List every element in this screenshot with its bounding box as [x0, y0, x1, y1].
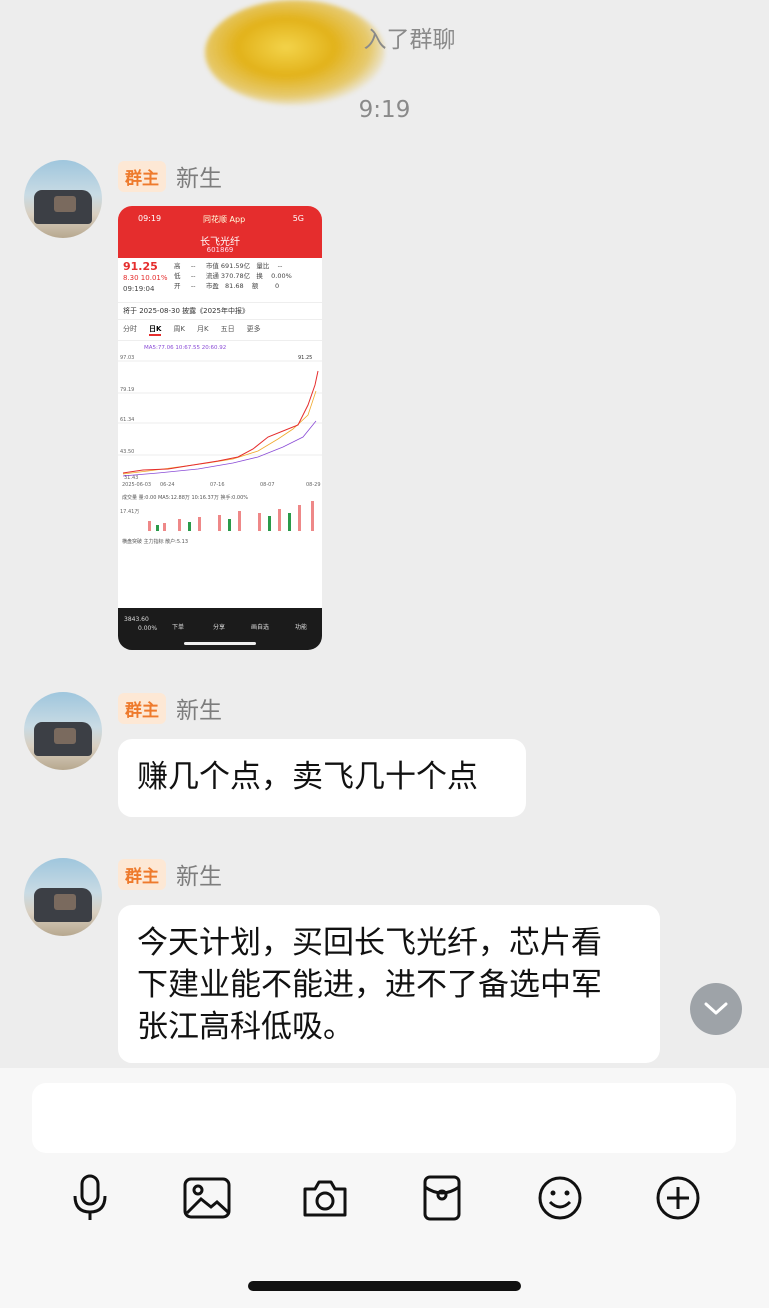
join-notice: 入了群聊 — [363, 27, 456, 53]
camera-button[interactable] — [299, 1172, 351, 1224]
sender-row: 群主 新生 — [118, 160, 222, 192]
emoji-icon — [538, 1176, 582, 1220]
quote-time: 09:19:04 — [123, 285, 155, 293]
chevron-down-icon — [704, 1002, 728, 1015]
y-tick-top: 97.03 — [120, 355, 134, 361]
tab-weekly-k: 周K — [173, 325, 186, 333]
timestamp: 9:19 — [358, 97, 411, 123]
status-time: 09:19 — [138, 214, 162, 223]
kline-chart: MA5:77.06 10:67.55 20:60.92 97.03 79.19 … — [118, 341, 322, 571]
owner-badge: 群主 — [118, 160, 166, 192]
volume-axis: 17.41万 — [120, 509, 139, 515]
input-toolbar — [0, 1172, 769, 1224]
index-value: 3843.60 — [124, 616, 149, 623]
message-bubble[interactable]: 今天计划，买回长飞光纤，芯片看 下建业能不能进，进不了备选中军 张江高科低吸。 — [118, 905, 660, 1063]
sender-name: 新生 — [176, 698, 222, 724]
index-change: 0.00% — [138, 625, 158, 632]
message-bubble[interactable]: 赚几个点，卖飞几十个点 — [118, 739, 526, 817]
owner-badge: 群主 — [118, 692, 166, 724]
sender-name: 新生 — [176, 166, 222, 192]
tab-daily-k: 日K — [149, 324, 162, 336]
stock-change: 8.30 10.01% — [123, 274, 168, 282]
footer-share: 分享 — [213, 624, 226, 631]
red-packet-button[interactable] — [416, 1172, 468, 1224]
sender-row: 群主 新生 — [118, 858, 222, 890]
home-indicator-mini — [184, 642, 256, 645]
stock-quote: 91.25 8.30 10.01% 09:19:04 高 -- 市值 691.5… — [118, 258, 322, 302]
emoji-button[interactable] — [534, 1172, 586, 1224]
voice-button[interactable] — [64, 1172, 116, 1224]
stock-code: 601869 — [206, 246, 234, 254]
date-5: 08-29 — [306, 482, 321, 488]
y-tick-3: 61.34 — [120, 417, 134, 423]
network: 5G — [292, 214, 304, 223]
indicator-label: 横盘突破 主力指标 散户:5.13 — [122, 538, 188, 545]
more-button[interactable] — [652, 1172, 704, 1224]
volume-label: 成交量 量:0.00 MA5:12.88万 10:16.37万 换手:0.00% — [122, 494, 248, 501]
avatar[interactable] — [24, 692, 102, 770]
tab-monthly-k: 月K — [197, 325, 209, 333]
tab-timeshare: 分时 — [123, 325, 137, 333]
red-packet-icon — [423, 1175, 461, 1221]
footer-func: 功能 — [295, 624, 308, 631]
footer-order: 下单 — [172, 624, 185, 631]
chart-tabs: 分时 日K 周K 月K 五日 更多 — [118, 320, 322, 341]
microphone-icon — [73, 1174, 107, 1220]
message-input[interactable] — [32, 1083, 736, 1153]
date-3: 07-16 — [210, 482, 225, 488]
stock-footer: 3843.60 0.00% 下单 分享 画自选 功能 — [118, 608, 322, 650]
tab-more: 更多 — [246, 325, 261, 333]
plus-icon — [656, 1176, 700, 1220]
y-tick-4: 43.50 — [120, 449, 134, 455]
sender-row: 群主 新生 — [118, 692, 222, 724]
sender-name: 新生 — [176, 864, 222, 890]
image-icon — [183, 1177, 231, 1219]
scroll-to-bottom-button[interactable] — [690, 983, 742, 1035]
avatar[interactable] — [24, 160, 102, 238]
report-banner: 将于 2025-08-30 披露《2025年中报》 — [118, 302, 322, 320]
stock-price: 91.25 — [123, 260, 158, 273]
camera-icon — [303, 1180, 347, 1217]
app-name: 同花顺 App — [203, 215, 246, 224]
tab-five-day: 五日 — [220, 325, 235, 333]
owner-badge: 群主 — [118, 858, 166, 890]
album-button[interactable] — [181, 1172, 233, 1224]
home-indicator[interactable] — [248, 1281, 521, 1291]
date-2: 06-24 — [160, 482, 175, 488]
y-tick-2: 79.19 — [120, 387, 134, 393]
ma-line: MA5:77.06 10:67.55 20:60.92 — [144, 345, 226, 351]
stock-header: 09:19 同花顺 App 5G 长飞光纤 601869 — [118, 206, 322, 258]
quote-rows: 高 -- 市值 691.59亿 量比 -- 低 -- 流通 370.78亿 换 … — [174, 262, 292, 290]
kline-svg: MA5:77.06 10:67.55 20:60.92 97.03 79.19 … — [118, 345, 322, 545]
date-4: 08-07 — [260, 482, 275, 488]
footer-watch: 画自选 — [251, 624, 270, 631]
last-label: 91.25 — [298, 355, 312, 361]
stock-screenshot-image[interactable]: 09:19 同花顺 App 5G 长飞光纤 601869 91.25 8.30 … — [118, 206, 322, 650]
date-1: 2025-06-03 — [122, 482, 151, 488]
avatar[interactable] — [24, 858, 102, 936]
